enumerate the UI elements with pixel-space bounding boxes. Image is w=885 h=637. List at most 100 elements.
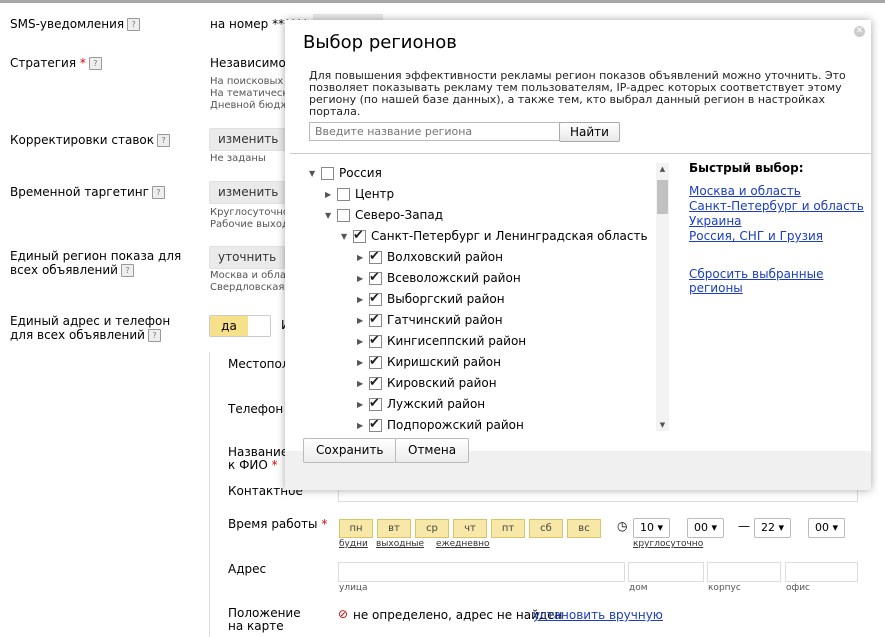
help-icon[interactable]: ? <box>151 186 165 199</box>
day-sat-button[interactable]: сб <box>529 519 563 538</box>
tree-node[interactable]: ▶ Гатчинский район <box>357 310 503 330</box>
time-from-hour-select[interactable]: 10 ▾ <box>633 518 671 538</box>
help-icon[interactable]: ? <box>120 264 134 277</box>
region-checkbox[interactable] <box>369 373 382 393</box>
collapsed-arrow-icon[interactable]: ▶ <box>357 353 367 373</box>
collapsed-arrow-icon[interactable]: ▶ <box>357 395 367 415</box>
day-mon-button[interactable]: пн <box>339 519 373 538</box>
office-input[interactable] <box>785 562 858 582</box>
quick-link-russia-cis[interactable]: Россия, СНГ и Грузия <box>689 229 823 243</box>
region-checkbox[interactable] <box>321 167 334 180</box>
tree-node[interactable]: ▶ Кировский район <box>357 373 497 393</box>
collapsed-arrow-icon[interactable]: ▶ <box>357 248 367 268</box>
strategy-note: На тематическ <box>210 88 289 99</box>
time-to-minute-select[interactable]: 00 ▾ <box>808 518 846 538</box>
bid-adjust-note: Не заданы <box>210 153 266 164</box>
region-tree: ▼ Россия ▶ Центр ▼ Северо-Запад ▼ Санкт-Петербу… <box>305 162 655 434</box>
help-icon[interactable]: ? <box>147 329 161 342</box>
collapsed-arrow-icon[interactable]: ▶ <box>357 332 367 352</box>
tree-node-label: Киришский район <box>387 355 501 369</box>
office-caption: офис <box>786 583 810 593</box>
expanded-arrow-icon[interactable]: ▼ <box>341 227 351 247</box>
region-button[interactable]: уточнить <box>209 246 286 269</box>
scrollbar-thumb[interactable] <box>657 180 668 214</box>
region-checkbox[interactable] <box>369 268 382 288</box>
quick-link-ukraine[interactable]: Украина <box>689 214 742 228</box>
region-checkbox[interactable] <box>369 289 382 309</box>
region-checkbox[interactable] <box>353 226 366 246</box>
region-checkbox[interactable] <box>369 310 382 330</box>
save-button[interactable]: Сохранить <box>303 438 397 463</box>
reset-regions-link[interactable]: Сбросить выбранные регионы <box>689 267 871 295</box>
house-input[interactable] <box>628 562 704 582</box>
region-checkbox[interactable] <box>369 352 382 372</box>
region-search-input[interactable] <box>309 122 561 141</box>
time-from-minute-select[interactable]: 00 ▾ <box>687 518 725 538</box>
collapsed-arrow-icon[interactable]: ▶ <box>357 374 367 394</box>
tree-node-label: Кингисеппский район <box>387 334 527 348</box>
day-fri-button[interactable]: пт <box>491 519 525 538</box>
collapsed-arrow-icon[interactable]: ▶ <box>357 269 367 289</box>
tree-node[interactable]: ▶ Кингисеппский район <box>357 331 526 351</box>
day-tue-button[interactable]: вт <box>377 519 411 538</box>
region-checkbox[interactable] <box>369 394 382 414</box>
quick-link-moscow[interactable]: Москва и область <box>689 184 801 198</box>
collapsed-arrow-icon[interactable]: ▶ <box>357 290 367 310</box>
tree-node[interactable]: ▶ Центр <box>325 184 394 204</box>
tree-node[interactable]: ▶ Выборгский район <box>357 289 505 309</box>
time-dash: — <box>738 519 750 533</box>
tree-node-label: Всеволожский район <box>387 271 521 285</box>
tree-node-label: Выборгский район <box>387 292 505 306</box>
scroll-up-icon[interactable]: ▲ <box>657 163 668 175</box>
house-caption: дом <box>629 583 648 593</box>
tree-node-label: Кировский район <box>387 376 497 390</box>
address-label: Единый адрес и телефон для всех объявлен… <box>10 314 171 342</box>
cancel-button[interactable]: Отмена <box>395 438 470 463</box>
day-wed-button[interactable]: ср <box>415 519 449 538</box>
address-toggle[interactable]: да <box>209 315 271 337</box>
day-thu-button[interactable]: чт <box>453 519 487 538</box>
weekend-link[interactable]: выходные <box>376 539 424 549</box>
tree-node[interactable]: ▼ Россия <box>309 163 382 183</box>
street-input[interactable] <box>338 562 625 582</box>
bid-adjust-button[interactable]: изменить <box>209 128 288 151</box>
region-checkbox[interactable] <box>337 188 350 201</box>
tree-node[interactable]: ▶ Волховский район <box>357 247 503 267</box>
map-label: Положение на карте <box>228 606 301 633</box>
tree-node[interactable]: ▶ Всеволожский район <box>357 268 521 288</box>
quick-link-spb[interactable]: Санкт-Петербург и область <box>689 199 864 213</box>
modal-title: Выбор регионов <box>303 32 457 53</box>
region-checkbox[interactable] <box>337 209 350 222</box>
tree-node[interactable]: ▶ Подпорожский район <box>357 415 524 434</box>
tree-node[interactable]: ▼ Северо-Запад <box>325 205 443 225</box>
collapsed-arrow-icon[interactable]: ▶ <box>357 311 367 331</box>
region-checkbox[interactable] <box>369 331 382 351</box>
weekdays-link[interactable]: будни <box>339 539 368 549</box>
expanded-arrow-icon[interactable]: ▼ <box>325 206 335 226</box>
bid-adjust-label: Корректировки ставок? <box>10 133 171 147</box>
set-manually-link[interactable]: установить вручную <box>533 608 663 622</box>
scroll-down-icon[interactable]: ▼ <box>657 419 668 431</box>
region-checkbox[interactable] <box>369 247 382 267</box>
day-sun-button[interactable]: вс <box>567 519 601 538</box>
modal-divider <box>290 153 871 154</box>
time-target-button[interactable]: изменить <box>209 181 288 204</box>
building-input[interactable] <box>707 562 781 582</box>
tree-node[interactable]: ▼ Санкт-Петербург и Ленинградская область <box>341 226 648 246</box>
strategy-note: Дневной бюдж <box>210 100 290 111</box>
help-icon[interactable]: ? <box>157 134 171 147</box>
around-clock-link[interactable]: круглосуточно <box>633 539 703 549</box>
search-button[interactable]: Найти <box>559 122 620 142</box>
expanded-arrow-icon[interactable]: ▼ <box>309 164 319 184</box>
region-checkbox[interactable] <box>369 415 382 434</box>
collapsed-arrow-icon[interactable]: ▶ <box>357 416 367 435</box>
close-icon[interactable]: ✕ <box>854 26 865 37</box>
help-icon[interactable]: ? <box>88 57 102 70</box>
help-icon[interactable]: ? <box>127 18 141 31</box>
tree-node[interactable]: ▶ Киришский район <box>357 352 501 372</box>
collapsed-arrow-icon[interactable]: ▶ <box>325 185 335 205</box>
time-to-hour-select[interactable]: 22 ▾ <box>754 518 792 538</box>
tree-node[interactable]: ▶ Лужский район <box>357 394 485 414</box>
daily-link[interactable]: ежедневно <box>436 539 490 549</box>
street-caption: улица <box>339 583 368 593</box>
